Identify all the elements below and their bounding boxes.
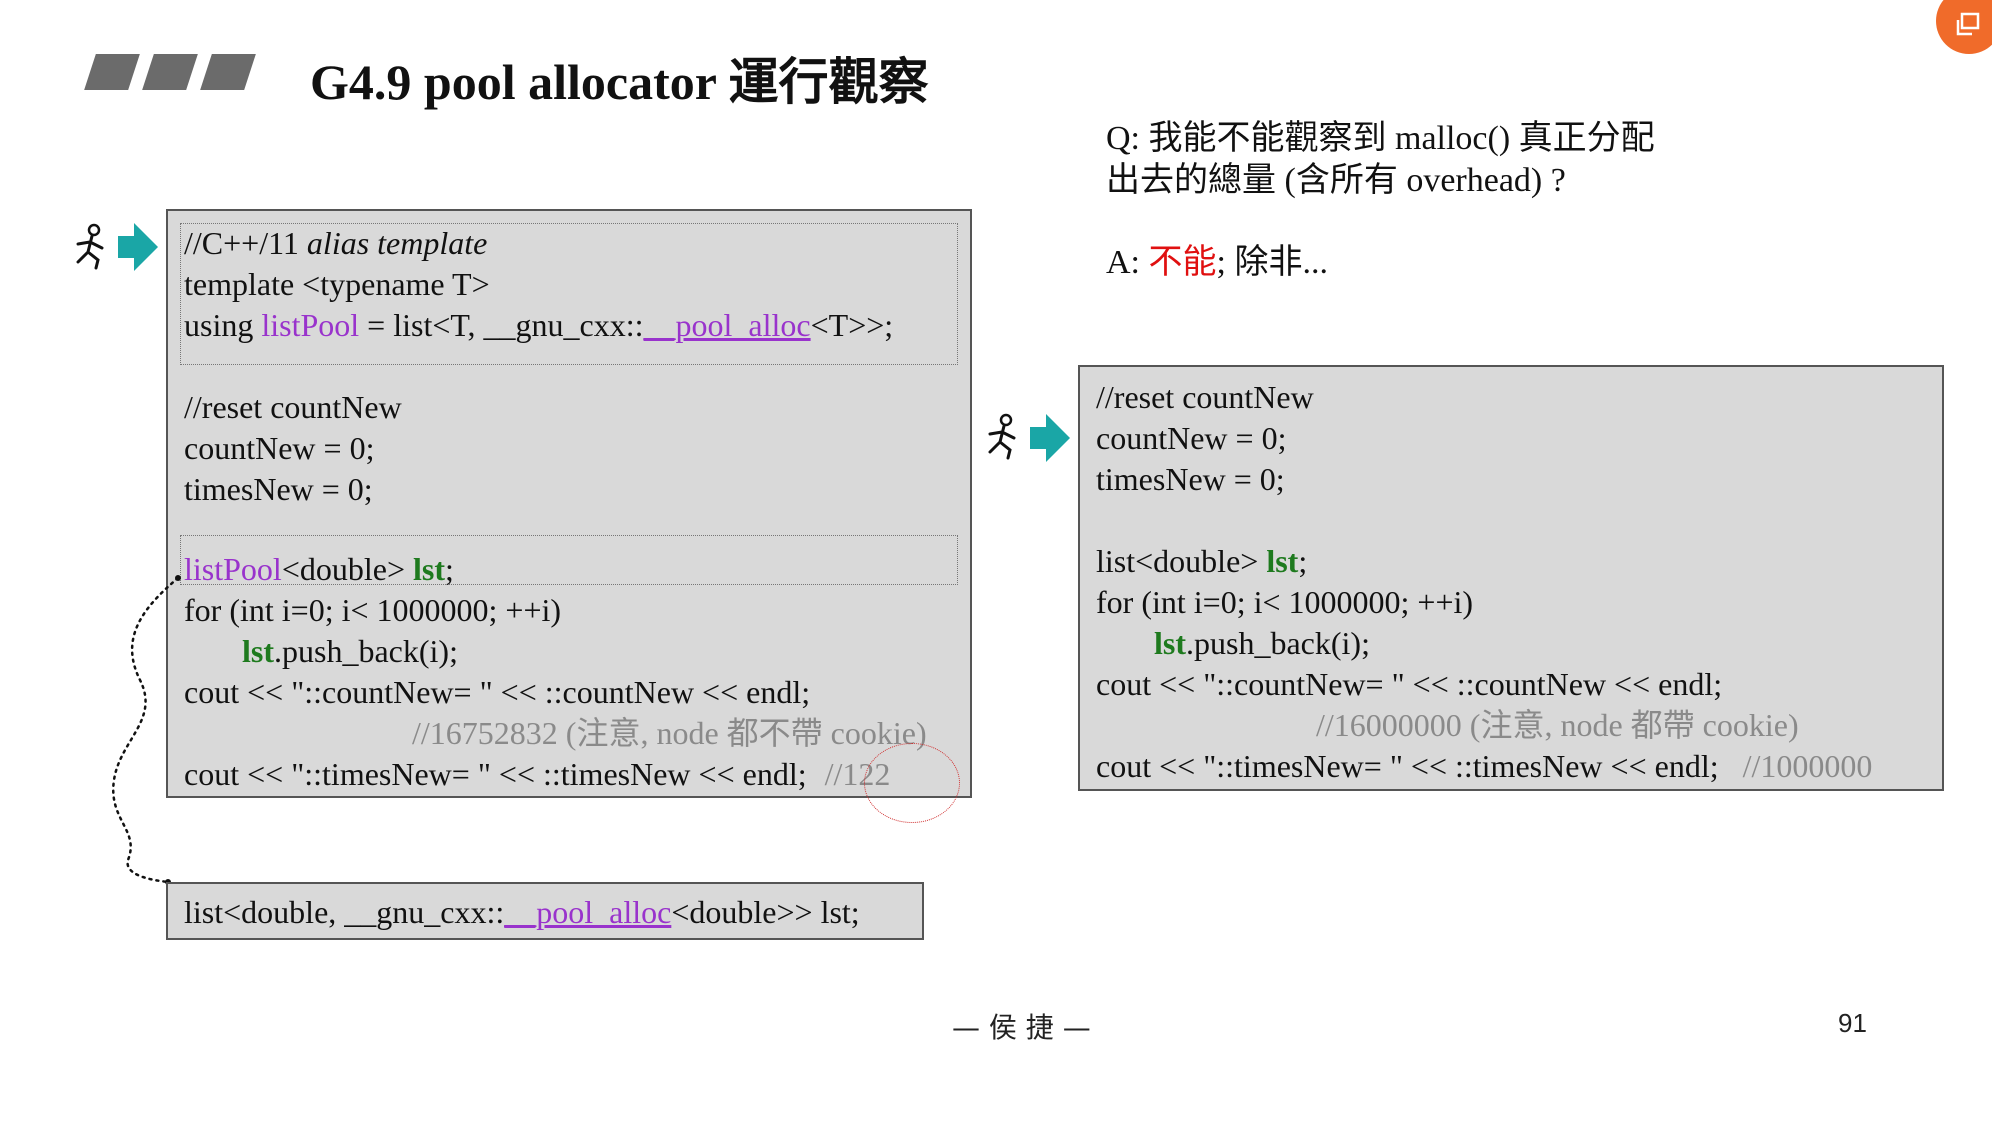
left-code-box: //C++/11 alias template template <typena… <box>166 209 972 823</box>
code-line: for (int i=0; i< 1000000; ++i) <box>184 592 562 628</box>
page-number: 91 <box>1838 1008 1867 1038</box>
code-comment: //16000000 (注意, node 都帶 cookie) <box>1316 707 1799 743</box>
title-bar-3 <box>200 54 256 90</box>
answer-suffix: ; 除非... <box>1216 244 1328 281</box>
code-line: using listPool = list<T, __gnu_cxx::__po… <box>184 307 894 343</box>
code-line: lst.push_back(i); <box>1154 625 1370 661</box>
running-man-icon <box>988 413 1016 460</box>
share-icon <box>1956 12 1980 36</box>
code-line: //reset countNew <box>184 389 402 425</box>
code-line: countNew = 0; <box>184 430 375 466</box>
answer-highlight: 不能 <box>1148 244 1217 281</box>
slide-footer: — 侯 捷 — <box>952 1011 1091 1044</box>
answer-line: A: 不能; 除非... <box>1106 242 1328 284</box>
running-man-icon <box>76 223 104 270</box>
code-line: timesNew = 0; <box>1096 461 1285 497</box>
code-line: countNew = 0; <box>1096 420 1287 456</box>
code-line: timesNew = 0; <box>184 471 373 507</box>
code-line: cout << "::timesNew= " << ::timesNew << … <box>184 756 891 792</box>
code-line: cout << "::countNew= " << ::countNew << … <box>184 674 811 710</box>
question-line-2: 出去的總量 (含所有 overhead) ? <box>1106 162 1566 199</box>
connector-curve <box>111 575 181 885</box>
expansion-code-box: list<double, __gnu_cxx::__pool_alloc<dou… <box>166 882 924 940</box>
title-bar-1 <box>84 54 140 90</box>
code-line: for (int i=0; i< 1000000; ++i) <box>1096 584 1474 620</box>
code-line: cout << "::timesNew= " << ::timesNew << … <box>1096 748 1873 784</box>
code-comment: //16752832 (注意, node 都不帶 cookie) <box>412 715 927 751</box>
title-bar-2 <box>142 54 198 90</box>
right-code-box: //reset countNew countNew = 0; timesNew … <box>1078 365 1944 791</box>
code-line: //C++/11 alias template <box>184 225 488 261</box>
code-line: listPool<double> lst; <box>184 551 454 587</box>
question-line-1: Q: 我能不能觀察到 malloc() 真正分配 <box>1106 120 1655 157</box>
annotation-circle <box>864 743 960 823</box>
code-line: template <typename T> <box>184 266 490 302</box>
code-line: //reset countNew <box>1096 379 1314 415</box>
code-line: cout << "::countNew= " << ::countNew << … <box>1096 666 1723 702</box>
share-button[interactable] <box>1936 0 1992 54</box>
code-line: lst.push_back(i); <box>242 633 458 669</box>
code-line: list<double> lst; <box>1096 543 1308 579</box>
slide-title: G4.9 pool allocator 運行觀察 <box>310 54 929 110</box>
answer-prefix: A: <box>1106 244 1149 281</box>
code-line: list<double, __gnu_cxx::__pool_alloc<dou… <box>184 894 860 930</box>
